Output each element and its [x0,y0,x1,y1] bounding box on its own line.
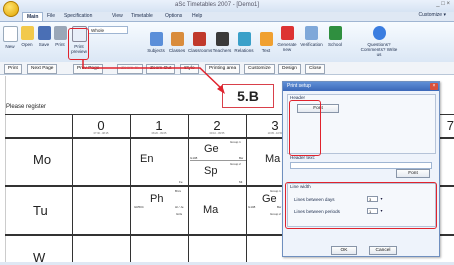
help-icon [372,26,386,40]
lesson-group: Brcs [175,189,181,193]
generate-icon [280,26,294,40]
teachers-icon [215,32,229,46]
day-label: Mo [33,152,52,167]
callout-arrow [82,60,225,94]
lesson-group: Group 2 [270,212,281,216]
classrooms-button[interactable]: Classrooms [188,32,212,53]
tab-timetable[interactable]: Timetable [131,12,153,21]
header-highlight [289,100,321,156]
lesson-room: GR504 [134,205,144,209]
lesson-code: Mt [239,180,243,184]
group-divider [190,160,246,161]
next-page-button[interactable]: Next Page [27,64,58,74]
classrooms-icon [192,32,206,46]
lesson-room: G108 [248,205,256,209]
period-time: 09:10 - 09:55 [209,132,225,135]
day-label: W [33,250,46,265]
filter-select[interactable]: Whole [88,26,128,34]
lesson-subject[interactable]: En [140,153,153,165]
lesson-group: Group 1 [230,140,241,144]
lesson-room: Fe [179,180,183,184]
register-label: Please register [6,104,47,110]
classes-icon [170,32,184,46]
customize-menu[interactable]: Customize ▾ [418,12,446,18]
grid-line [72,114,73,262]
grid-line [130,114,131,262]
tab-specification[interactable]: Specification [64,12,92,21]
grid-line [188,114,189,262]
close-button[interactable]: Close [305,64,326,74]
new-button[interactable]: New [2,22,18,49]
header-text-font-button[interactable]: Font [396,169,430,178]
close-icon[interactable]: × [430,83,438,90]
period-time: 07:30 - 08:15 [93,132,109,135]
relations-icon [237,32,251,46]
tab-view[interactable]: View [112,12,123,21]
window-title: aSc Timetables 2007 - [Demo1] [175,2,260,8]
arrow-line [82,60,224,91]
print-toolbar-button[interactable]: Print [4,64,22,74]
print-preview-highlight [68,28,89,60]
generate-new-button[interactable]: Generate new [276,22,298,52]
lesson-subject[interactable]: Ma [203,204,218,216]
tab-file[interactable]: File [47,12,55,21]
school-icon [328,26,342,40]
ok-button[interactable]: OK [331,246,357,255]
print-button[interactable]: Print [53,22,67,47]
period-header: 1 [155,118,163,133]
customize-button[interactable]: Customize [244,64,275,74]
teachers-button[interactable]: Teachers [211,32,233,53]
design-button[interactable]: Design [278,64,301,74]
folder-icon [20,26,34,40]
dialog-title: Print setup [283,82,439,91]
save-button[interactable]: Save [36,22,52,47]
relations-button[interactable]: Relations [233,32,255,53]
new-file-icon [2,26,18,42]
school-button[interactable]: School [326,22,344,47]
window-controls[interactable]: _ □ × [436,1,450,7]
lesson-teacher: Bw [277,205,282,209]
verification-icon [305,26,318,40]
text-button[interactable]: Text [257,32,275,53]
lesson-teacher: Hl / Je [175,205,184,209]
verification-button[interactable]: Verification [299,22,324,47]
printer-icon [53,26,67,40]
lesson-group: Group 2 [230,162,241,166]
tab-help[interactable]: Help [192,12,202,21]
ribbon-tabs: Main File Specification View Timetable O… [0,12,454,22]
text-icon [259,32,273,46]
lesson-subject[interactable]: Ma [265,153,280,165]
subjects-button[interactable]: Subjects [146,32,166,53]
questions-button[interactable]: Questions? Comments? Write us [360,22,398,57]
line-width-highlight [285,182,437,229]
lesson-subject[interactable]: Ge [204,143,219,155]
lesson-group: Girls [176,212,183,216]
tab-options[interactable]: Options [165,12,182,21]
disk-icon [37,26,51,40]
lesson-subject[interactable]: Ph [150,193,163,205]
period-header: 0 [97,118,105,133]
header-text-input[interactable] [290,162,432,169]
subjects-icon [149,32,163,46]
lesson-subject[interactable]: Sp [204,165,217,177]
open-button[interactable]: Open [19,22,35,47]
lesson-subject[interactable]: Ge [262,193,277,205]
period-header: 2 [213,118,221,133]
cancel-button[interactable]: Cancel [369,246,397,255]
classes-button[interactable]: Classes [167,32,187,53]
grid-line [246,114,247,262]
period-time: 08:20 - 09:05 [151,132,167,135]
day-label: Tu [33,203,48,218]
